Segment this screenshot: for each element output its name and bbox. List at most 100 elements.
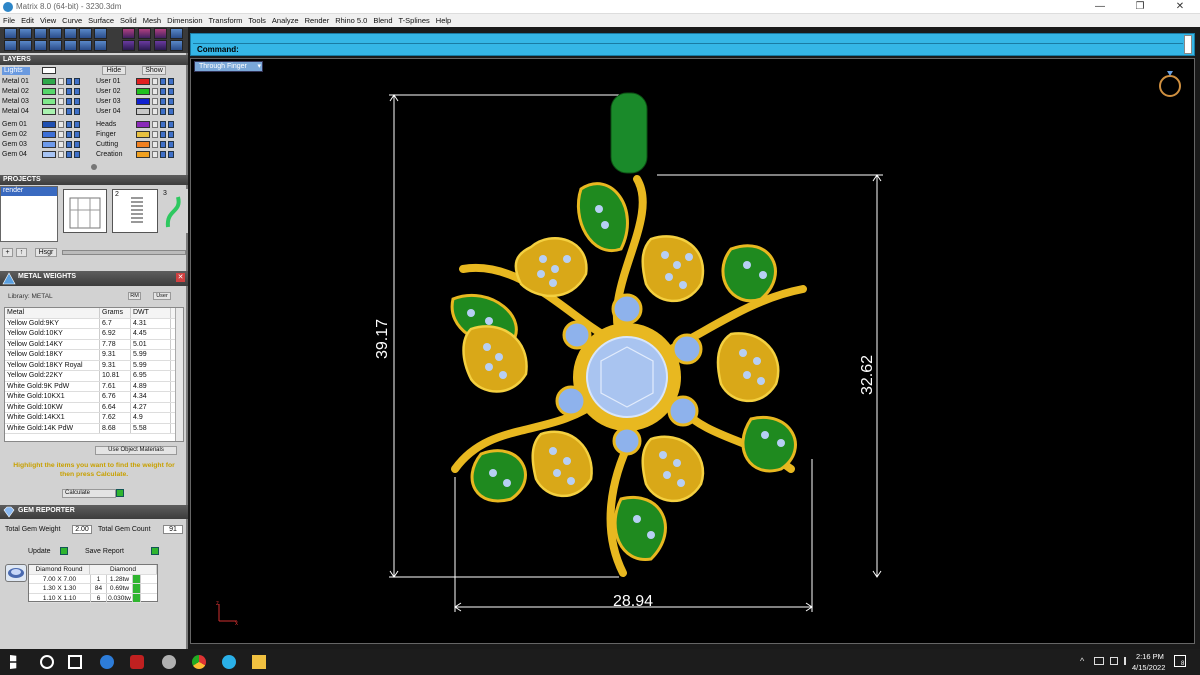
viewport[interactable]: 39.17 32.62 28.94 z x bbox=[190, 58, 1195, 644]
lock-icon[interactable] bbox=[152, 78, 158, 85]
layer-color-swatch[interactable] bbox=[42, 98, 56, 105]
add-project-button[interactable]: + bbox=[2, 248, 13, 257]
visibility-icon[interactable] bbox=[66, 98, 72, 105]
project-thumb-3[interactable]: 3 bbox=[162, 189, 188, 233]
save-go-icon[interactable] bbox=[151, 547, 159, 555]
lock-icon[interactable] bbox=[152, 108, 158, 115]
visibility-icon[interactable] bbox=[160, 88, 166, 95]
lock-icon[interactable] bbox=[58, 108, 64, 115]
visibility-icon[interactable] bbox=[160, 78, 166, 85]
menu-render[interactable]: Render bbox=[302, 14, 333, 25]
hsgr-button[interactable]: Hsgr bbox=[35, 248, 57, 257]
pendant-render[interactable]: 39.17 32.62 28.94 z x bbox=[191, 59, 1196, 645]
table-row[interactable]: White Gold:9K PdW 7.61 4.89 bbox=[5, 381, 183, 392]
tool-icon[interactable] bbox=[34, 28, 47, 39]
project-item-render[interactable]: render bbox=[1, 187, 57, 196]
task-view-icon[interactable] bbox=[68, 655, 82, 669]
table-row[interactable]: White Gold:10KW 6.64 4.27 bbox=[5, 402, 183, 413]
layer-color-swatch[interactable] bbox=[136, 98, 150, 105]
table-row[interactable]: 1.30 X 1.30 84 0.69tw bbox=[29, 584, 157, 594]
table-row[interactable]: 1.10 X 1.10 6 0.030tw bbox=[29, 593, 157, 603]
layer-color-swatch[interactable] bbox=[136, 131, 150, 138]
go-icon[interactable] bbox=[133, 574, 141, 583]
tool-icon[interactable] bbox=[79, 28, 92, 39]
filter-icon[interactable] bbox=[64, 40, 77, 51]
col-dwt[interactable]: DWT bbox=[131, 308, 171, 318]
render-tool-icon[interactable] bbox=[138, 28, 151, 39]
table-row[interactable]: Yellow Gold:14KY 7.78 5.01 bbox=[5, 339, 183, 350]
menu-dimension[interactable]: Dimension bbox=[164, 14, 205, 25]
lock-icon[interactable] bbox=[58, 151, 64, 158]
visibility-icon[interactable] bbox=[160, 131, 166, 138]
visibility-icon[interactable] bbox=[168, 141, 174, 148]
folder-icon[interactable] bbox=[252, 655, 266, 669]
visibility-icon[interactable] bbox=[74, 151, 80, 158]
user-button[interactable]: User bbox=[153, 292, 171, 300]
render-tool-icon[interactable] bbox=[122, 28, 135, 39]
lock-icon[interactable] bbox=[152, 141, 158, 148]
render-tool-icon[interactable] bbox=[138, 40, 151, 51]
tool-icon[interactable] bbox=[4, 28, 17, 39]
layer-color-swatch[interactable] bbox=[136, 78, 150, 85]
visibility-icon[interactable] bbox=[160, 141, 166, 148]
tool-icon[interactable] bbox=[79, 40, 92, 51]
project-thumb-2[interactable]: 2 bbox=[112, 189, 158, 233]
tool-icon[interactable] bbox=[49, 28, 62, 39]
view-tab-through-finger[interactable]: Through Finger ▾ bbox=[194, 61, 263, 72]
visibility-icon[interactable] bbox=[168, 151, 174, 158]
visibility-icon[interactable] bbox=[74, 88, 80, 95]
menu-file[interactable]: File bbox=[0, 14, 18, 25]
table-row[interactable]: Yellow Gold:18KY Royal 9.31 5.99 bbox=[5, 360, 183, 371]
visibility-icon[interactable] bbox=[168, 88, 174, 95]
menu-blend[interactable]: Blend bbox=[370, 14, 395, 25]
project-scrollbar[interactable] bbox=[62, 250, 186, 255]
update-button[interactable]: Update bbox=[28, 548, 51, 555]
go-icon[interactable] bbox=[133, 584, 141, 593]
layer-color-swatch[interactable] bbox=[42, 88, 56, 95]
menu-transform[interactable]: Transform bbox=[206, 14, 246, 25]
menu-help[interactable]: Help bbox=[433, 14, 454, 25]
table-row[interactable]: 7.00 X 7.00 1 1.28tw bbox=[29, 574, 157, 584]
use-object-materials-button[interactable]: Use Object Materials bbox=[95, 446, 177, 455]
lights-label[interactable]: Lights bbox=[2, 67, 30, 75]
render-tool-icon[interactable] bbox=[154, 28, 167, 39]
menu-edit[interactable]: Edit bbox=[18, 14, 37, 25]
visibility-icon[interactable] bbox=[74, 141, 80, 148]
visibility-icon[interactable] bbox=[168, 131, 174, 138]
visibility-icon[interactable] bbox=[160, 108, 166, 115]
lock-icon[interactable] bbox=[152, 151, 158, 158]
table-row[interactable]: White Gold:14K PdW 8.68 5.58 bbox=[5, 423, 183, 434]
lock-icon[interactable] bbox=[58, 78, 64, 85]
visibility-icon[interactable] bbox=[160, 121, 166, 128]
go-icon[interactable] bbox=[133, 593, 141, 602]
network-icon[interactable] bbox=[1110, 657, 1118, 665]
visibility-icon[interactable] bbox=[160, 98, 166, 105]
visibility-icon[interactable] bbox=[160, 151, 166, 158]
menu-mesh[interactable]: Mesh bbox=[140, 14, 164, 25]
hide-button[interactable]: Hide bbox=[102, 66, 126, 75]
lock-icon[interactable] bbox=[58, 121, 64, 128]
search-icon[interactable] bbox=[40, 655, 54, 669]
menu-surface[interactable]: Surface bbox=[85, 14, 117, 25]
minimize-button[interactable]: — bbox=[1080, 1, 1120, 13]
table-row[interactable]: White Gold:10KX1 6.76 4.34 bbox=[5, 392, 183, 403]
close-icon[interactable]: ✕ bbox=[176, 273, 185, 282]
visibility-icon[interactable] bbox=[168, 78, 174, 85]
windows-start-icon[interactable] bbox=[10, 655, 17, 669]
lock-icon[interactable] bbox=[58, 131, 64, 138]
layer-color-swatch[interactable] bbox=[42, 151, 56, 158]
table-row[interactable]: Yellow Gold:10KY 6.92 4.45 bbox=[5, 329, 183, 340]
menu-curve[interactable]: Curve bbox=[59, 14, 85, 25]
edge-icon[interactable] bbox=[100, 655, 114, 669]
visibility-icon[interactable] bbox=[74, 121, 80, 128]
table-row[interactable]: White Gold:14KX1 7.62 4.9 bbox=[5, 413, 183, 424]
network-icon[interactable] bbox=[1094, 657, 1104, 665]
command-bar[interactable]: Command: bbox=[190, 33, 1195, 56]
command-scrollbar[interactable] bbox=[1184, 35, 1192, 54]
matrix-app-icon[interactable] bbox=[222, 655, 236, 669]
tool-icon[interactable] bbox=[19, 28, 32, 39]
tool-icon[interactable] bbox=[19, 40, 32, 51]
layer-color-swatch[interactable] bbox=[42, 78, 56, 85]
lock-icon[interactable] bbox=[152, 121, 158, 128]
menu-tools[interactable]: Tools bbox=[245, 14, 269, 25]
